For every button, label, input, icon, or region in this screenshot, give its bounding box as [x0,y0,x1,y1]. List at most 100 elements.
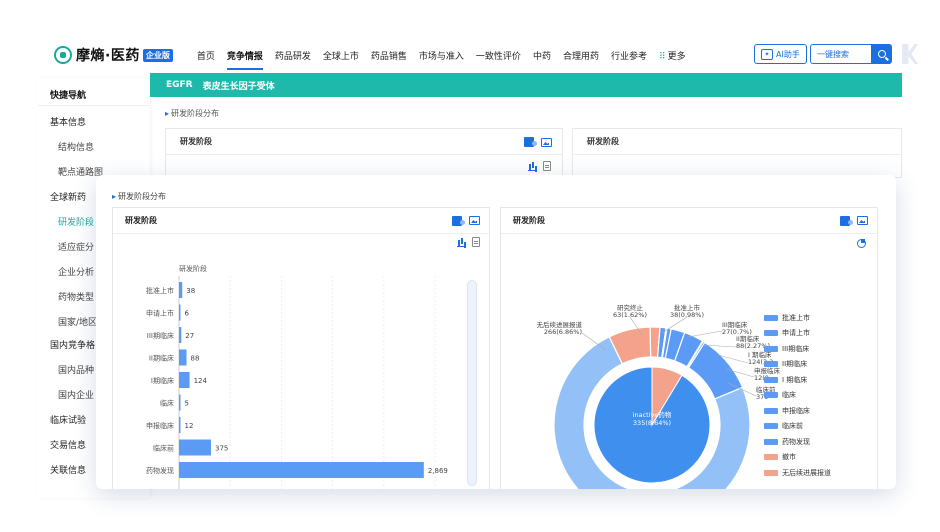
legend-swatch [764,314,778,321]
target-name: 表皮生长因子受体 [202,81,275,92]
nav-item[interactable]: 竞争情报 [226,45,263,70]
legend-swatch [764,438,778,445]
nav-item-label: 更多 [667,51,686,62]
legend-label: 药物发现 [782,437,810,446]
main-nav: 首页 竞争情报 药品研发 全球上市 药品销售 市场与准入 一致性评价 中药 合理用药 行业参考 ⠿ 更… [197,45,698,70]
legend-item[interactable]: 申报临床 [764,403,831,419]
sidebar-item[interactable]: 全球新药 [50,190,86,203]
brand-name: 摩熵·医药 [76,48,140,64]
nav-item[interactable]: 行业参考 [611,45,647,66]
search-button[interactable] [872,44,892,64]
nav-item[interactable]: 市场与准入 [419,45,464,66]
legend-label: 批准上市 [782,313,810,322]
edition-badge: 企业版 [142,48,173,62]
legend-label: 临床 [782,391,796,400]
sidebar-item[interactable]: 结构信息 [58,140,94,153]
nav-item[interactable]: 合理用药 [563,45,599,66]
legend-item[interactable]: 临床前 [764,419,831,435]
nav-item-label: 一致性评价 [475,51,521,62]
legend-swatch [764,376,778,383]
legend-label: 临床前 [782,422,803,431]
nav-item-label: 药品销售 [370,51,407,62]
legend-label: 撤市 [782,453,796,462]
donut-inner-label: active药物 [636,480,669,489]
legend-item[interactable]: I 期临床 [764,372,831,388]
sidebar-item[interactable]: 国内企业 [58,388,94,401]
nav-item[interactable]: 一致性评价 [476,45,521,66]
sidebar-item[interactable]: 关联信息 [50,463,86,476]
legend-swatch [764,361,778,368]
nav-item[interactable]: 药品销售 [371,45,407,66]
excel-export-icon[interactable] [524,137,537,147]
app-page: 摩熵·医药 企业版 首页 竞争情报 药品研发 全球上市 药品销售 市场与准入 一致性评价 中药… [0,0,940,532]
sidebar-item[interactable]: 基本信息 [50,115,86,128]
sidebar-item[interactable]: 药物类型 [58,290,94,303]
k-logo-icon[interactable] [902,44,918,64]
legend-label: II期临床 [782,360,808,369]
legend-item[interactable]: 批准上市 [764,310,831,326]
bg-right-panel-title: 研发阶段 [573,129,901,155]
legend-label: 无后续进展报道 [782,468,831,477]
ai-robot-icon: ✦ [761,48,773,60]
legend-swatch [764,423,778,430]
legend-label: 申请上市 [782,329,810,338]
table-view-icon[interactable] [543,161,551,171]
legend-item[interactable]: 撤市 [764,450,831,466]
legend-item[interactable]: 药物发现 [764,434,831,450]
stage-distribution-popup: ▸ 研发阶段分布 研发阶段 研发阶段 批准上市 38 申请上市 6 III期临床 27 II期临… [96,175,896,489]
donut-callout-label: 266(6.86%) [544,328,582,336]
nav-item-label: 市场与准入 [418,51,464,62]
callout-leader-line [687,330,723,338]
donut-callout-label: 63(1.62%) [613,311,647,319]
nav-item-label: 竞争情报 [226,51,263,62]
legend-label: I 期临床 [782,375,808,384]
legend-item[interactable]: II期临床 [764,357,831,373]
sidebar-item[interactable]: 快捷导航 [50,88,86,101]
ai-assistant-button[interactable]: ✦ AI助手 [754,44,807,64]
donut-callout-label: 38(0.98%) [670,311,704,319]
sidebar-item[interactable]: 国内品种 [58,363,94,376]
donut-callout-label: 药物发现 [571,488,598,489]
image-export-icon[interactable] [541,138,552,147]
nav-item-label: 药品研发 [274,51,311,62]
bg-right-panel: 研发阶段 [572,128,902,178]
target-code: EGFR [166,80,193,90]
legend-label: 申报临床 [782,406,810,415]
ai-assistant-label: AI助手 [776,49,800,59]
sidebar-item[interactable]: 研发阶段 [58,215,94,228]
legend-swatch [764,407,778,414]
donut-legend: 批准上市申请上市 III期临床 II期临床 I 期临床临床申报临床临床前药物发现撤市无… [764,310,831,481]
donut-inner-label: inactive药物 [633,410,672,419]
search-icon [878,50,886,58]
legend-label: III期临床 [782,344,810,353]
sidebar-item[interactable]: 适应症分 [58,240,94,253]
nav-item[interactable]: 药品研发 [275,45,311,66]
legend-item[interactable]: 申请上市 [764,326,831,342]
bar-chart-icon[interactable] [528,162,537,171]
brand-logo[interactable]: 摩熵·医药 企业版 [54,45,173,65]
nav-item-label: 首页 [196,51,215,62]
search-label: 一键搜索 [817,49,849,59]
nav-item[interactable]: 中药 [533,45,551,66]
one-click-search-input[interactable]: 一键搜索 [810,44,872,64]
bg-left-panel: 研发阶段 [165,128,563,178]
sidebar-item[interactable]: 企业分析 [58,265,94,278]
target-header-bar: EGFR 表皮生长因子受体 [150,73,902,97]
legend-item[interactable]: III期临床 [764,341,831,357]
legend-swatch [764,345,778,352]
sidebar-item[interactable]: 交易信息 [50,438,86,451]
bg-section-title: ▸ 研发阶段分布 [165,109,220,118]
sidebar-item[interactable]: 临床试验 [50,413,86,426]
legend-swatch [764,330,778,337]
sidebar-divider [38,105,150,106]
sidebar-item[interactable]: 国内竞争格 [50,338,95,351]
nav-item[interactable]: ⠿ 更多 [659,45,686,66]
legend-item[interactable]: 临床 [764,388,831,404]
brand-logo-icon [54,46,72,64]
sidebar-item[interactable]: 国家/地区 [58,315,97,328]
legend-swatch [764,454,778,461]
legend-item[interactable]: 无后续进展报道 [764,465,831,481]
nav-item[interactable]: 全球上市 [323,45,359,66]
nav-item[interactable]: 首页 [197,45,215,66]
bg-left-panel-title: 研发阶段 [166,129,562,155]
